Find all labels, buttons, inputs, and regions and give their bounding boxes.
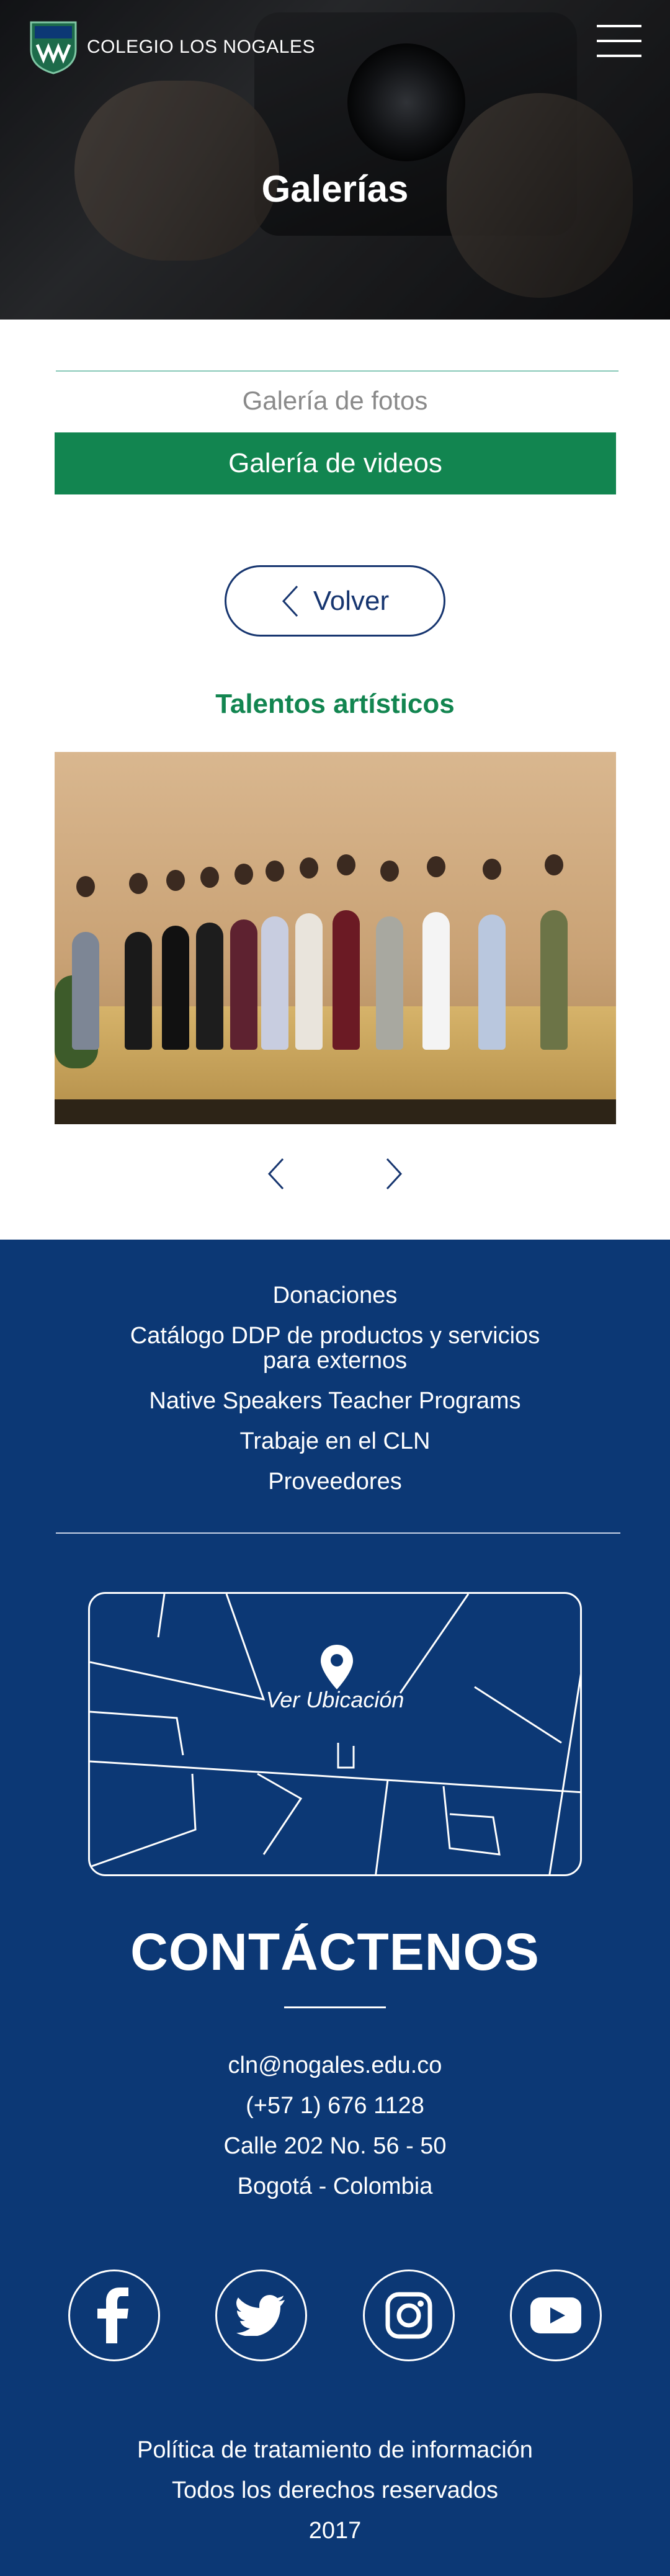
- footer-links: Donaciones Catálogo DDP de productos y s…: [0, 1283, 670, 1494]
- divider: [56, 370, 619, 372]
- brand-logo[interactable]: COLEGIO LOS NOGALES: [29, 20, 315, 74]
- footer: Donaciones Catálogo DDP de productos y s…: [0, 1240, 670, 2576]
- page-title: Galerías: [261, 168, 409, 210]
- privacy-policy-link[interactable]: Política de tratamiento de información: [0, 2437, 670, 2477]
- contact-email[interactable]: cln@nogales.edu.co: [0, 2052, 670, 2093]
- divider: [56, 1532, 620, 1534]
- map-label: Ver Ubicación: [266, 1687, 404, 1712]
- footer-link-ddp-catalog[interactable]: Catálogo DDP de productos y servicios pa…: [118, 1323, 552, 1373]
- map-outline-image: [90, 1594, 580, 1874]
- hero-banner: COLEGIO LOS NOGALES Galerías: [0, 0, 670, 320]
- tab-video-gallery[interactable]: Galería de videos: [55, 432, 616, 494]
- contact-phone[interactable]: (+57 1) 676 1128: [0, 2093, 670, 2133]
- gallery-photo[interactable]: [55, 752, 616, 1124]
- back-button[interactable]: Volver: [225, 565, 445, 637]
- location-pin-icon: [321, 1645, 353, 1689]
- legal-info: Política de tratamiento de información T…: [0, 2437, 670, 2558]
- contact-title: CONTÁCTENOS: [130, 1923, 540, 1981]
- copyright-year: 2017: [308, 2518, 362, 2544]
- tab-photo-gallery[interactable]: Galería de fotos: [0, 386, 670, 416]
- youtube-icon[interactable]: [509, 2270, 602, 2361]
- rights-text: Todos los derechos reservados: [172, 2477, 498, 2503]
- social-links: [68, 2270, 602, 2361]
- footer-link-suppliers[interactable]: Proveedores: [0, 1469, 670, 1494]
- contact-info: cln@nogales.edu.co (+57 1) 676 1128 Call…: [0, 2052, 670, 2214]
- footer-link-jobs[interactable]: Trabaje en el CLN: [0, 1429, 670, 1454]
- contact-city: Bogotá - Colombia: [237, 2173, 433, 2199]
- chevron-left-icon[interactable]: [257, 1155, 295, 1192]
- footer-link-native-speakers[interactable]: Native Speakers Teacher Programs: [0, 1389, 670, 1413]
- twitter-icon[interactable]: [215, 2270, 308, 2361]
- contact-address: Calle 202 No. 56 - 50: [223, 2133, 447, 2159]
- chevron-left-icon: [282, 585, 298, 617]
- crest-icon: [30, 21, 77, 74]
- gallery-arrows: [0, 1155, 670, 1192]
- chevron-right-icon[interactable]: [375, 1155, 413, 1192]
- back-button-label: Volver: [313, 585, 390, 616]
- facebook-icon[interactable]: [68, 2270, 160, 2361]
- hamburger-icon[interactable]: [597, 25, 641, 60]
- map-location-card[interactable]: Ver Ubicación: [88, 1592, 582, 1876]
- instagram-icon[interactable]: [362, 2270, 455, 2361]
- divider: [284, 2006, 386, 2008]
- footer-link-donations[interactable]: Donaciones: [0, 1283, 670, 1308]
- brand-name: COLEGIO LOS NOGALES: [87, 37, 315, 57]
- gallery-title: Talentos artísticos: [215, 689, 455, 719]
